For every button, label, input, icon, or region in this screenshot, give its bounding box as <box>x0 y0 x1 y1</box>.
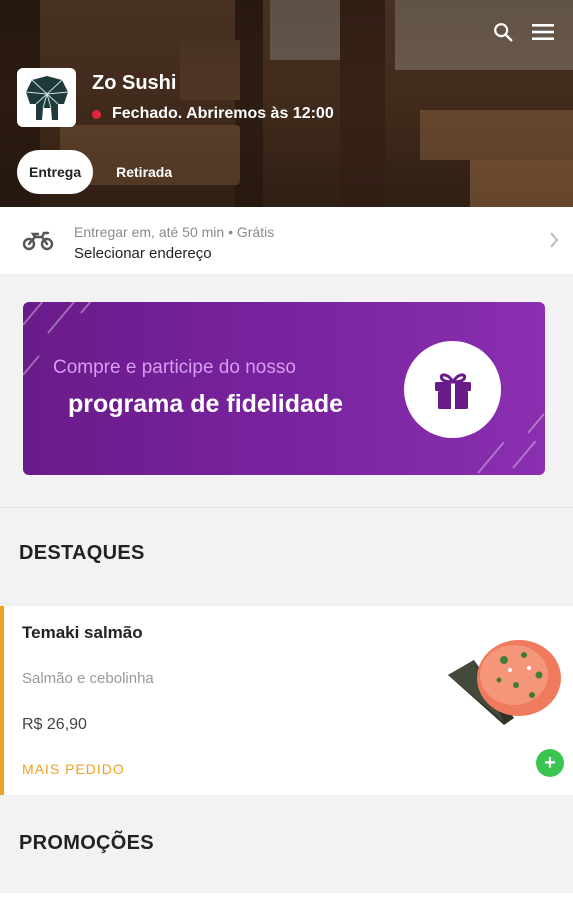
order-mode-tabs: Entrega Retirada <box>17 150 184 194</box>
chevron-right-icon <box>549 231 559 254</box>
banner-title: programa de fidelidade <box>68 390 344 418</box>
elephant-logo-icon <box>25 75 68 120</box>
status-text: Fechado. Abriremos às 12:00 <box>112 105 334 122</box>
highlights-section-title: DESTAQUES <box>19 542 145 564</box>
product-price: R$ 26,90 <box>22 716 87 733</box>
motorcycle-icon <box>22 229 54 256</box>
delivery-address-row[interactable]: Entregar em, até 50 min • Grátis Selecio… <box>0 207 573 274</box>
menu-icon[interactable] <box>531 20 555 44</box>
search-icon[interactable] <box>491 20 515 44</box>
store-logo <box>17 68 76 127</box>
tab-pickup[interactable]: Retirada <box>104 150 184 194</box>
store-name: Zo Sushi <box>92 72 177 94</box>
header-actions <box>491 20 555 44</box>
promotions-section-title: PROMOÇÕES <box>19 832 154 854</box>
delivery-info: Entregar em, até 50 min • Grátis <box>74 224 275 240</box>
product-description: Salmão e cebolinha <box>22 670 154 687</box>
status-dot-icon <box>92 109 101 119</box>
add-to-cart-button[interactable]: + <box>536 749 564 777</box>
select-address-link[interactable]: Selecionar endereço <box>74 245 212 262</box>
store-status: Fechado. Abriremos às 12:00 <box>92 105 334 123</box>
loyalty-program-banner[interactable]: Compre e participe do nosso programa de … <box>23 302 545 475</box>
product-card[interactable]: Temaki salmão Salmão e cebolinha R$ 26,9… <box>0 606 573 795</box>
temaki-image <box>444 630 564 730</box>
product-name: Temaki salmão <box>22 623 143 642</box>
most-ordered-badge: MAIS PEDIDO <box>22 761 125 777</box>
section-divider <box>0 507 573 508</box>
tab-delivery[interactable]: Entrega <box>17 150 94 194</box>
banner-subtitle: Compre e participe do nosso <box>53 357 296 378</box>
next-card-edge <box>0 893 573 900</box>
gift-icon <box>404 341 501 438</box>
store-header: Zo Sushi Fechado. Abriremos às 12:00 Ent… <box>0 0 573 207</box>
